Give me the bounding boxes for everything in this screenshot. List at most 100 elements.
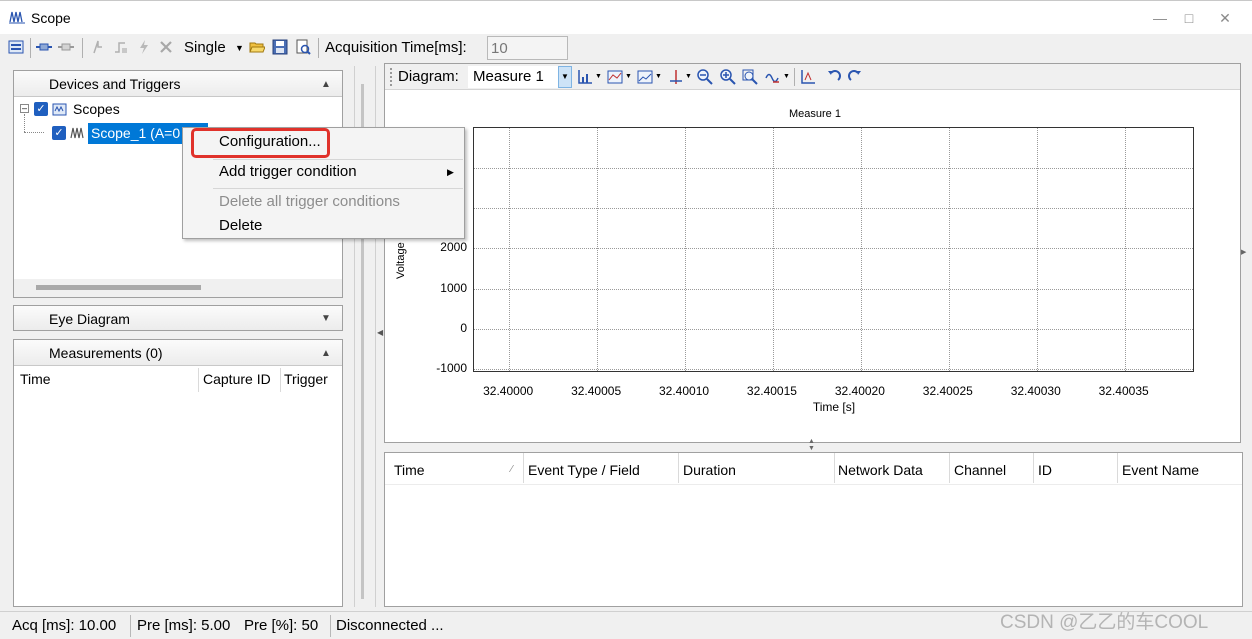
trigger-icon[interactable] — [90, 39, 106, 55]
events-column-event-name[interactable]: Event Name — [1122, 462, 1199, 478]
eye-diagram-header[interactable]: Eye Diagram ▼ — [14, 306, 342, 330]
splitter-down-arrow-icon[interactable]: ▼ — [808, 445, 815, 452]
measurements-header[interactable]: Measurements (0) ▲ — [14, 340, 342, 366]
menu-item-add-trigger-condition[interactable]: Add trigger condition — [219, 163, 357, 180]
x-tick-label: 32.40010 — [658, 384, 710, 398]
collapse-chevron-icon[interactable]: ▲ — [321, 79, 331, 90]
splitter-left-arrow-icon[interactable]: ◀ — [377, 328, 383, 337]
status-connection: Disconnected ... — [336, 617, 444, 634]
redo-icon[interactable] — [848, 69, 862, 83]
scope-icon — [70, 127, 84, 139]
plot-area[interactable] — [473, 127, 1194, 372]
scrollbar-thumb[interactable] — [36, 285, 201, 290]
x-tick-label: 32.40015 — [746, 384, 797, 398]
x-gridline — [772, 128, 774, 371]
export-chart-icon[interactable] — [800, 69, 816, 85]
status-acq: Acq [ms]: 10.00 — [12, 617, 117, 634]
x-gridline — [1036, 128, 1038, 371]
column-divider — [949, 453, 950, 483]
chevron-down-icon[interactable]: ▼ — [783, 73, 790, 80]
zoom-out-icon[interactable] — [697, 69, 713, 85]
tree-collapse-toggle[interactable]: – — [20, 104, 29, 113]
measurements-column-time[interactable]: Time — [20, 371, 51, 387]
chart-view-icon[interactable] — [607, 69, 623, 85]
measurements-column-trigger[interactable]: Trigger — [284, 371, 328, 387]
connect-icon[interactable] — [36, 39, 52, 55]
events-column-event-type[interactable]: Event Type / Field — [528, 462, 640, 478]
horizontal-scrollbar[interactable] — [14, 279, 342, 297]
zoom-in-icon[interactable] — [720, 69, 736, 85]
zoom-fit-icon[interactable] — [742, 69, 758, 85]
menu-separator — [213, 188, 463, 189]
y-tick-label: 0 — [460, 320, 467, 335]
y-tick-label: -1000 — [436, 360, 467, 375]
acquisition-time-input[interactable]: 10 — [487, 36, 568, 60]
measure-select[interactable]: Measure 1 — [468, 66, 558, 88]
chevron-down-icon[interactable]: ▼ — [595, 73, 602, 80]
watermark: CSDN @乙乙的车COOL — [1000, 612, 1209, 633]
y-gridline — [474, 328, 1193, 330]
column-divider — [1117, 453, 1118, 483]
scopes-folder-icon — [52, 103, 67, 116]
x-tick-label: 32.40030 — [1010, 384, 1061, 398]
highlight-box — [191, 128, 330, 158]
events-column-id[interactable]: ID — [1038, 462, 1052, 478]
y-gridline — [474, 288, 1193, 290]
diagram-panel: Diagram: Measure 1 ▼ ▼ ▼ ▼ ▼ ▼ Measure 1… — [384, 63, 1241, 443]
chart-style-icon[interactable] — [637, 69, 653, 85]
chevron-down-icon[interactable]: ▼ — [655, 73, 662, 80]
lightning-icon[interactable] — [136, 39, 152, 55]
x-tick-label: 32.40020 — [834, 384, 885, 398]
minimize-icon[interactable]: — — [1145, 8, 1175, 28]
tree-line — [24, 132, 44, 133]
y-gridline — [474, 208, 1193, 210]
document-search-icon[interactable] — [295, 39, 311, 55]
mode-select[interactable]: Single — [184, 39, 226, 56]
x-tick-label: 32.40035 — [1098, 384, 1149, 398]
x-tick-label: 32.40000 — [483, 384, 534, 398]
y-axis-label: Voltage — [395, 242, 407, 279]
window-title: Scope — [31, 10, 71, 26]
scopes-checkbox[interactable]: ✓ — [34, 102, 48, 116]
measurements-panel: Measurements (0) ▲ Time Capture ID Trigg… — [13, 339, 343, 607]
maximize-icon[interactable]: □ — [1174, 8, 1204, 28]
delete-trigger-icon[interactable] — [158, 39, 174, 55]
splitter-up-arrow-icon[interactable]: ▲ — [808, 438, 815, 445]
signal-icon[interactable] — [765, 69, 781, 85]
status-divider — [130, 615, 131, 637]
events-column-network-data[interactable]: Network Data — [838, 462, 923, 478]
open-folder-icon[interactable] — [249, 39, 265, 55]
expand-chevron-icon[interactable]: ▼ — [321, 313, 331, 324]
column-divider — [523, 453, 524, 483]
devices-triggers-header[interactable]: Devices and Triggers ▲ — [14, 71, 342, 97]
chevron-down-icon[interactable]: ▼ — [558, 66, 572, 88]
save-icon[interactable] — [272, 39, 288, 55]
tree-item-scopes-label[interactable]: Scopes — [73, 101, 120, 117]
right-collapse-arrow-icon[interactable]: ▶ — [1241, 248, 1246, 256]
cursor-icon[interactable] — [668, 69, 684, 85]
devices-config-icon[interactable] — [8, 39, 24, 55]
status-pre-ms: Pre [ms]: 5.00 — [137, 617, 231, 634]
column-divider — [280, 368, 281, 392]
x-axis-label: Time [s] — [812, 400, 856, 414]
horizontal-splitter[interactable]: ▲ ▼ — [384, 438, 1241, 452]
disconnect-icon[interactable] — [58, 39, 74, 55]
trigger-edge-icon[interactable] — [113, 39, 129, 55]
close-icon[interactable]: ✕ — [1210, 8, 1240, 28]
menu-item-delete[interactable]: Delete — [219, 217, 262, 234]
measurements-column-capture-id[interactable]: Capture ID — [203, 371, 271, 387]
chevron-down-icon[interactable]: ▼ — [625, 73, 632, 80]
undo-icon[interactable] — [827, 69, 841, 83]
events-column-duration[interactable]: Duration — [683, 462, 736, 478]
events-column-channel[interactable]: Channel — [954, 462, 1006, 478]
chevron-down-icon[interactable]: ▼ — [685, 73, 692, 80]
menu-item-delete-all-trigger-conditions[interactable]: Delete all trigger conditions — [219, 193, 400, 210]
scope1-checkbox[interactable]: ✓ — [52, 126, 66, 140]
events-column-time[interactable]: Time — [394, 462, 425, 478]
y-gridline — [474, 168, 1193, 170]
measurements-title: Measurements (0) — [49, 345, 163, 361]
column-divider — [678, 453, 679, 483]
chevron-down-icon[interactable]: ▼ — [235, 43, 244, 53]
collapse-chevron-icon[interactable]: ▲ — [321, 348, 331, 359]
chart-axes-icon[interactable] — [577, 69, 593, 85]
